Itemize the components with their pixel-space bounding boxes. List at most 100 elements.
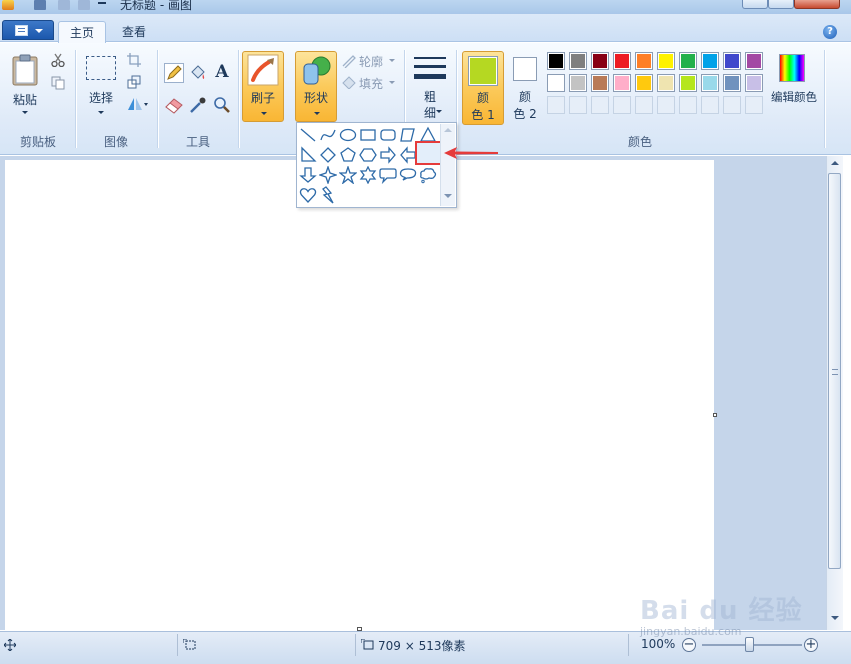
close-button[interactable] [794, 0, 840, 9]
palette-color-swatch[interactable] [613, 74, 631, 92]
shape-five-point-star-icon[interactable] [339, 166, 357, 184]
customize-quick-access-icon[interactable] [98, 2, 106, 10]
custom-color-slot[interactable] [701, 96, 719, 114]
palette-color-swatch[interactable] [679, 52, 697, 70]
palette-color-swatch[interactable] [635, 52, 653, 70]
scroll-up-button[interactable] [828, 157, 841, 170]
color2-button[interactable]: 颜 色 2 [506, 51, 546, 125]
save-icon[interactable] [34, 0, 46, 10]
pencil-icon[interactable] [164, 63, 184, 83]
shape-right-triangle-icon[interactable] [299, 146, 317, 164]
custom-color-slot[interactable] [723, 96, 741, 114]
paste-button[interactable]: 粘贴 [8, 51, 42, 121]
size-button[interactable]: 粗 细 [410, 51, 450, 121]
rotate-icon[interactable] [127, 97, 149, 111]
shape-four-point-star-icon[interactable] [319, 166, 337, 184]
crop-icon[interactable] [127, 53, 141, 67]
shape-oval-callout-icon[interactable] [399, 166, 417, 184]
outline-label[interactable]: 轮廓 [359, 53, 383, 70]
text-icon[interactable]: A [212, 62, 232, 82]
palette-color-swatch[interactable] [547, 74, 565, 92]
canvas-size-text: 709 × 513像素 [378, 639, 466, 653]
custom-color-slot[interactable] [591, 96, 609, 114]
palette-color-swatch[interactable] [591, 74, 609, 92]
paint-menu-button[interactable] [2, 20, 54, 40]
shapes-button[interactable]: 形状 [295, 51, 337, 122]
shape-diamond-icon[interactable] [319, 146, 337, 164]
shape-cloud-callout-icon[interactable] [419, 166, 437, 184]
palette-color-swatch[interactable] [679, 74, 697, 92]
palette-color-swatch[interactable] [723, 74, 741, 92]
select-button[interactable]: 选择 [83, 54, 119, 122]
shape-curve-icon[interactable] [319, 126, 337, 144]
scroll-down-button[interactable] [828, 612, 841, 625]
palette-color-swatch[interactable] [613, 52, 631, 70]
custom-color-slot[interactable] [657, 96, 675, 114]
copy-icon[interactable] [51, 76, 65, 90]
paste-label: 粘贴 [12, 93, 37, 107]
help-icon[interactable]: ? [823, 25, 837, 39]
palette-color-swatch[interactable] [635, 74, 653, 92]
shape-oval-icon[interactable] [339, 126, 357, 144]
clipboard-icon [12, 54, 38, 86]
shape-down-arrow-icon[interactable] [299, 166, 317, 184]
eraser-icon[interactable] [164, 95, 184, 115]
palette-color-swatch[interactable] [657, 74, 675, 92]
zoom-out-button[interactable]: − [682, 638, 696, 652]
fill-label[interactable]: 填充 [359, 75, 383, 92]
palette-color-swatch[interactable] [591, 52, 609, 70]
outline-icon[interactable] [341, 54, 357, 68]
edit-colors-button[interactable]: 编辑颜色 [768, 51, 820, 121]
custom-color-slot[interactable] [547, 96, 565, 114]
shapes-gallery-scrollbar[interactable] [440, 124, 455, 206]
cut-icon[interactable] [51, 53, 65, 67]
palette-color-swatch[interactable] [547, 52, 565, 70]
chevron-down-icon [261, 112, 267, 115]
shape-lightning-icon[interactable] [319, 186, 337, 204]
canvas-resize-handle[interactable] [713, 413, 717, 417]
custom-color-slot[interactable] [679, 96, 697, 114]
custom-color-slot[interactable] [745, 96, 763, 114]
custom-color-slot[interactable] [613, 96, 631, 114]
palette-color-swatch[interactable] [701, 74, 719, 92]
shape-hexagon-icon[interactable] [359, 146, 377, 164]
shape-line-icon[interactable] [299, 126, 317, 144]
shape-rectangle-icon[interactable] [359, 126, 377, 144]
brushes-button[interactable]: 刷子 [242, 51, 284, 122]
maximize-button[interactable] [768, 0, 794, 9]
custom-color-slot[interactable] [635, 96, 653, 114]
tools-group-label: 工具 [185, 135, 210, 149]
color-picker-icon[interactable] [188, 95, 208, 115]
resize-icon[interactable] [127, 75, 141, 89]
shape-pentagon-icon[interactable] [339, 146, 357, 164]
shape-six-point-star-icon[interactable] [359, 166, 377, 184]
palette-color-swatch[interactable] [745, 74, 763, 92]
custom-color-slot[interactable] [569, 96, 587, 114]
tab-view[interactable]: 查看 [110, 21, 158, 43]
zoom-in-button[interactable]: + [804, 638, 818, 652]
magnifier-icon[interactable] [212, 95, 232, 115]
size-label-line2: 细 [423, 106, 436, 120]
tab-home[interactable]: 主页 [58, 21, 106, 43]
palette-color-swatch[interactable] [723, 52, 741, 70]
redo-icon[interactable] [78, 0, 90, 10]
palette-color-swatch[interactable] [657, 52, 675, 70]
zoom-level: 100% [641, 637, 676, 651]
shape-rounded-callout-icon[interactable] [379, 166, 397, 184]
palette-color-swatch[interactable] [745, 52, 763, 70]
fill-bucket-icon[interactable] [188, 63, 208, 83]
image-group-label: 图像 [103, 135, 128, 149]
shape-right-arrow-icon[interactable] [379, 146, 397, 164]
minimize-button[interactable] [742, 0, 768, 9]
palette-color-swatch[interactable] [701, 52, 719, 70]
palette-color-swatch[interactable] [569, 74, 587, 92]
color1-button[interactable]: 颜 色 1 [462, 51, 504, 125]
fill-icon[interactable] [341, 75, 357, 89]
palette-color-swatch[interactable] [569, 52, 587, 70]
shape-rounded-rectangle-icon[interactable] [379, 126, 397, 144]
zoom-slider-thumb[interactable] [745, 637, 754, 652]
undo-icon[interactable] [58, 0, 70, 10]
shape-heart-icon[interactable] [299, 186, 317, 204]
drawing-canvas[interactable] [5, 160, 714, 630]
scrollbar-thumb[interactable] [828, 173, 841, 569]
